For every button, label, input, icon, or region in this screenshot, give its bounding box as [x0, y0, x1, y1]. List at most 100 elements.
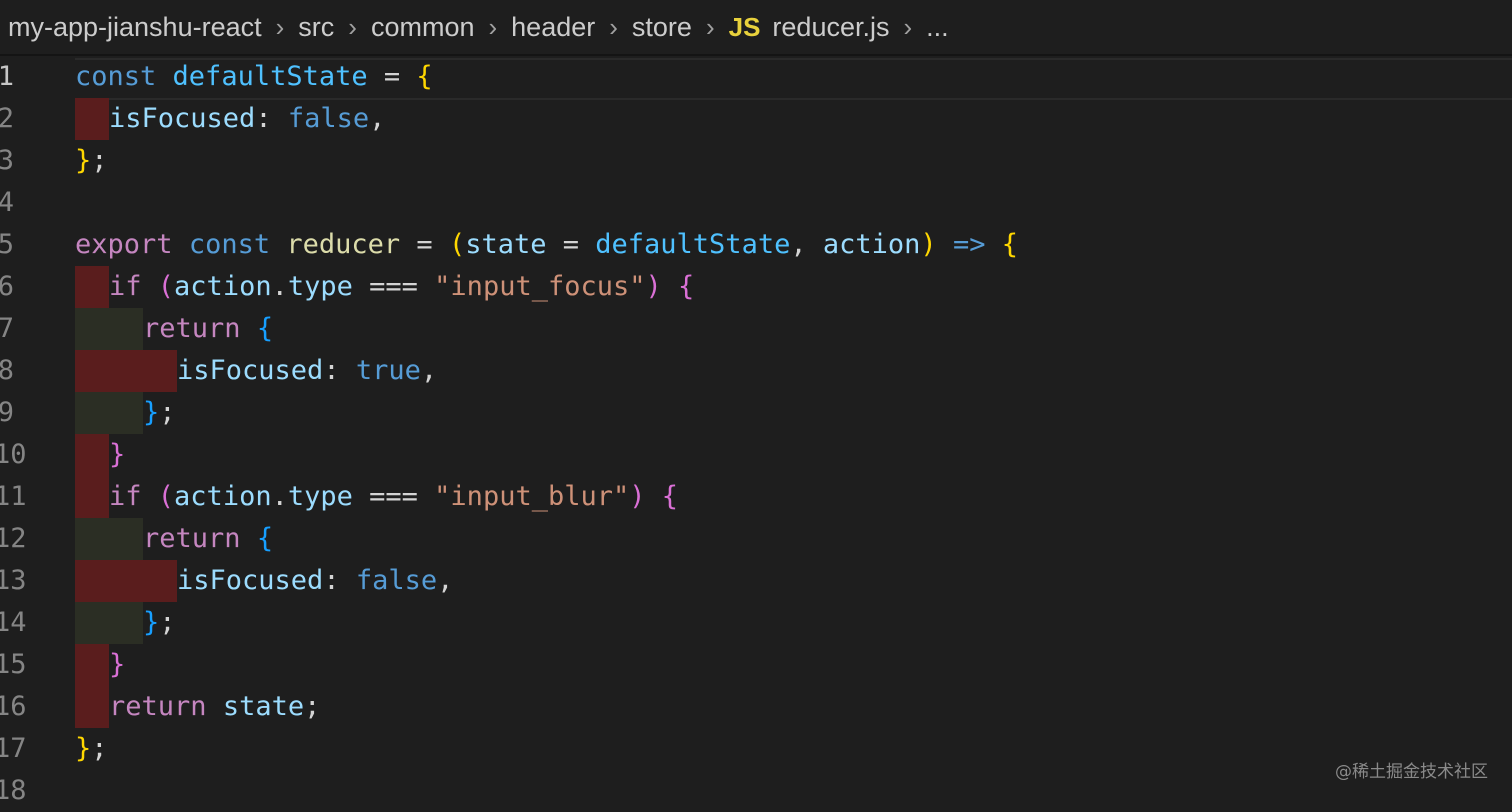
indent-error-guide	[75, 266, 109, 308]
code-line[interactable]: 2 isFocused: false,	[0, 98, 1512, 140]
code-token: .	[271, 271, 288, 302]
code-token: export	[75, 229, 173, 260]
code-line[interactable]: 4	[0, 182, 1512, 224]
code-token: ;	[304, 691, 321, 722]
breadcrumb-item-common[interactable]: common	[371, 12, 475, 43]
indent-guide	[75, 308, 109, 350]
code-token: )	[629, 481, 646, 512]
watermark: @稀土掘金技术社区	[1335, 762, 1488, 782]
code-token: ;	[159, 607, 176, 638]
indent-error-guide	[75, 350, 109, 392]
code-line[interactable]: 14};	[0, 602, 1512, 644]
code-token: defaultState	[595, 229, 791, 260]
code-content: };	[75, 392, 176, 434]
line-number: 10	[0, 439, 27, 470]
code-line[interactable]: 16 return state;	[0, 686, 1512, 728]
code-token: ,	[790, 229, 823, 260]
code-token: =	[546, 229, 596, 260]
line-number: 11	[0, 481, 27, 512]
code-token: (	[157, 271, 175, 302]
code-token: }	[109, 439, 126, 470]
breadcrumb-item-src[interactable]: src	[298, 12, 334, 43]
code-token: {	[416, 61, 433, 92]
code-token: state	[222, 691, 305, 722]
code-line[interactable]: 8 isFocused: true,	[0, 350, 1512, 392]
code-content: return {	[75, 308, 273, 350]
chevron-right-icon: ›	[488, 11, 498, 42]
code-token: :	[255, 103, 288, 134]
breadcrumb-item-file[interactable]: reducer.js	[772, 12, 889, 43]
code-token: (	[448, 229, 466, 260]
code-content: return {	[75, 518, 273, 560]
code-token: state	[465, 229, 547, 260]
code-token: action	[174, 271, 272, 302]
code-line[interactable]: 12 return {	[0, 518, 1512, 560]
line-number: 13	[0, 565, 27, 596]
code-line[interactable]: 15}	[0, 644, 1512, 686]
code-line[interactable]: 17};	[0, 728, 1512, 770]
code-line[interactable]: 6 if (action.type === "input_focus") {	[0, 266, 1512, 308]
code-line[interactable]: 13 isFocused: false,	[0, 560, 1512, 602]
indent-error-guide	[75, 98, 109, 140]
code-token: return	[143, 313, 241, 344]
line-number: 16	[0, 691, 27, 722]
indent-error-guide	[75, 686, 109, 728]
code-token: {	[661, 481, 679, 512]
code-token: return	[109, 691, 207, 722]
code-token: type	[287, 481, 353, 512]
chevron-right-icon: ›	[903, 11, 913, 42]
code-line[interactable]: 9};	[0, 392, 1512, 434]
code-token: false	[355, 565, 438, 596]
code-token: =	[400, 229, 449, 260]
code-content: const defaultState = {	[75, 56, 433, 98]
code-token: isFocused	[177, 565, 324, 596]
code-content: };	[75, 728, 108, 770]
code-editor[interactable]: 1 const defaultState = {2 isFocused: false…	[0, 54, 1512, 808]
code-content: }	[75, 434, 125, 476]
line-number: 17	[0, 733, 27, 764]
code-token: =>	[952, 229, 986, 260]
code-token: .	[271, 481, 288, 512]
code-content: if (action.type === "input_focus") {	[75, 266, 694, 308]
line-number: 15	[0, 649, 27, 680]
breadcrumb-item-header[interactable]: header	[511, 12, 595, 43]
indent-error-guide	[75, 560, 109, 602]
code-line[interactable]: 11 if (action.type === "input_blur") {	[0, 476, 1512, 518]
code-line[interactable]: 3};	[0, 140, 1512, 182]
breadcrumb-item-store[interactable]: store	[632, 12, 692, 43]
code-token: }	[75, 145, 92, 176]
code-token: type	[287, 271, 353, 302]
chevron-right-icon: ›	[348, 11, 357, 42]
indent-guide	[109, 308, 143, 350]
code-token: "input_focus"	[434, 271, 646, 302]
chevron-right-icon: ›	[275, 11, 285, 42]
indent-error-guide	[75, 434, 109, 476]
code-token: ;	[91, 145, 108, 176]
code-line[interactable]: 10}	[0, 434, 1512, 476]
line-number: 6	[0, 271, 14, 302]
code-token: defaultState	[172, 61, 368, 92]
code-content: return state;	[75, 686, 320, 728]
code-line[interactable]: 7 return {	[0, 308, 1512, 350]
indent-guide	[75, 518, 109, 560]
breadcrumb-overflow[interactable]: ...	[926, 12, 949, 43]
code-token: ,	[369, 103, 386, 134]
indent-guide	[109, 518, 143, 560]
code-token: const	[188, 229, 271, 260]
code-content: isFocused: false,	[75, 98, 385, 140]
line-number: 9	[0, 397, 14, 428]
code-line[interactable]: 5 export const reducer = (state = default…	[0, 224, 1512, 266]
breadcrumb-item-project[interactable]: my-app-jianshu-react	[0, 12, 262, 43]
code-token: action	[174, 481, 272, 512]
code-token: }	[143, 397, 160, 428]
code-token: action	[822, 229, 921, 260]
code-token: ,	[437, 565, 454, 596]
code-line[interactable]: 1 const defaultState = {	[0, 56, 1512, 98]
code-token: if	[109, 481, 142, 512]
line-number: 5	[0, 229, 14, 260]
indent-guide	[109, 392, 143, 434]
